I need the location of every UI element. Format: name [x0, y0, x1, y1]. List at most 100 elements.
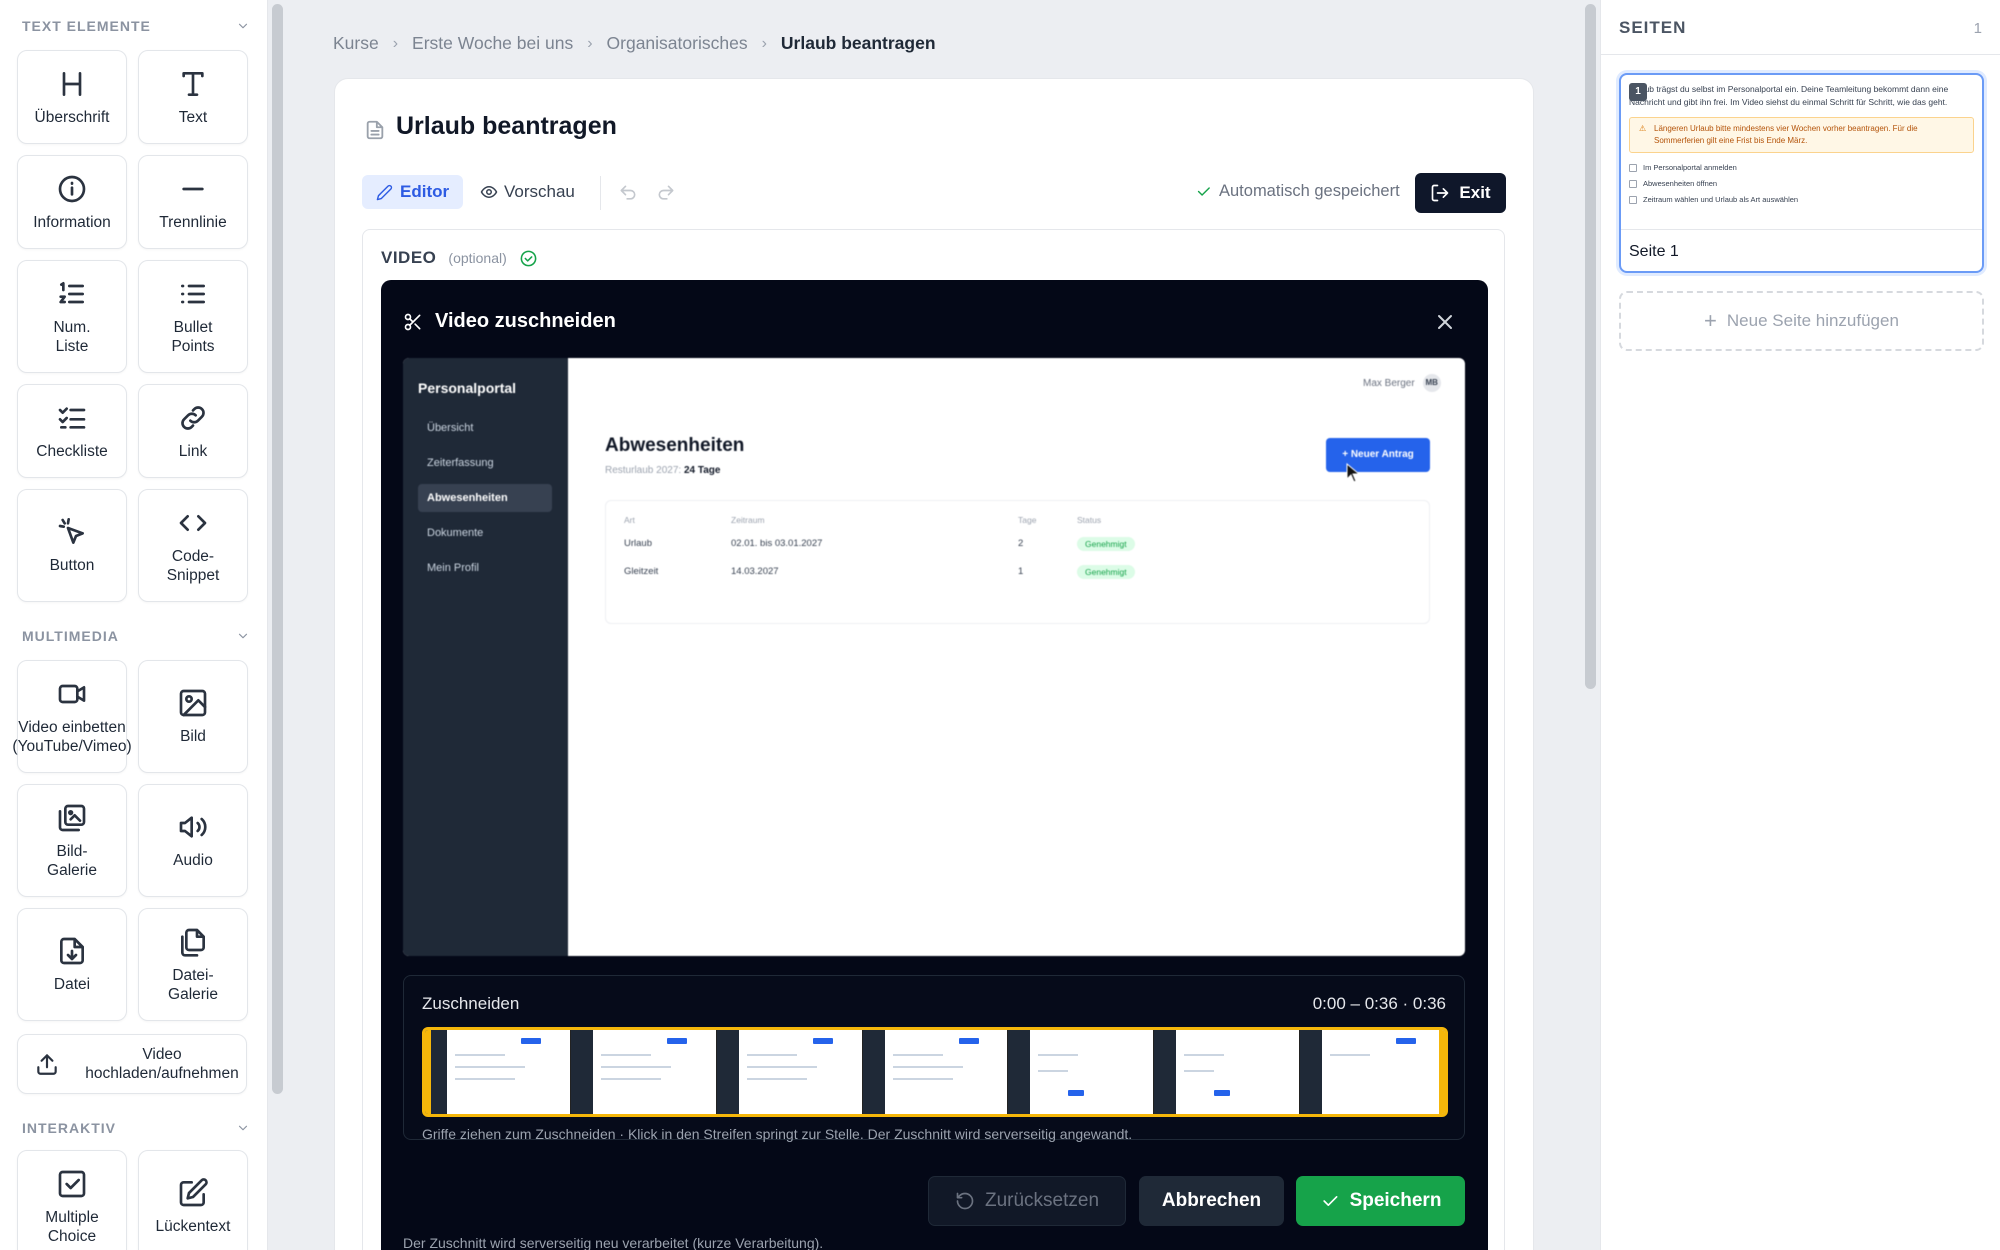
tab-editor[interactable]: Editor [362, 175, 464, 209]
table-cell: Urlaub [624, 538, 652, 549]
filmstrip-frame [425, 1030, 571, 1114]
pages-count: 1 [1973, 20, 1982, 37]
pointer-click-icon [58, 518, 84, 544]
redo-icon[interactable] [656, 183, 676, 203]
tile-checklist[interactable]: Checkliste [17, 384, 127, 478]
cursor-icon [1346, 463, 1361, 483]
thumb-check-item: Zeitraum wählen und Urlaub als Art auswä… [1629, 193, 1974, 206]
tile-video-upload[interactable]: Video hochladen/aufnehmen [17, 1034, 247, 1094]
scissors-icon [404, 313, 421, 330]
section-interactive[interactable]: INTERAKTIV [22, 1120, 250, 1136]
thumb-warning: Längeren Urlaub bitte mindestens vier Wo… [1629, 117, 1974, 153]
status-badge: Genehmigt [1077, 537, 1135, 551]
main-scrollbar[interactable] [1585, 4, 1596, 689]
preview-table: Art Zeitraum Tage Status Urlaub 02.01. b… [605, 500, 1430, 624]
trim-handle-end[interactable] [1439, 1030, 1445, 1114]
video-block-label: VIDEO (optional) [381, 248, 538, 268]
pages-divider [1601, 54, 2000, 55]
table-cell: Gleitzeit [624, 566, 659, 577]
page-thumbnail: Urlaub trägst du selbst im Personalporta… [1621, 75, 1982, 229]
tile-video-embed[interactable]: Video einbetten (YouTube/Vimeo) [12, 660, 132, 773]
filmstrip-frame [716, 1030, 863, 1114]
pencil-icon [376, 184, 393, 200]
tile-code-snippet[interactable]: Code- Snippet [138, 489, 248, 602]
trim-panel: Zuschneiden 0:00 – 0:36 · 0:36 Griffe zi… [403, 975, 1465, 1142]
trim-time-range: 0:00 – 0:36 · 0:36 [1312, 994, 1446, 1013]
reset-button[interactable]: Zurücksetzen [928, 1176, 1126, 1226]
check-icon [1322, 1196, 1338, 1206]
chevron-right-icon: › [392, 34, 399, 52]
tile-button[interactable]: Button [17, 489, 127, 602]
tile-file[interactable]: Datei [17, 908, 127, 1021]
breadcrumb-first-week[interactable]: Erste Woche bei uns [412, 33, 573, 54]
chevron-down-icon [238, 1125, 248, 1131]
chevron-right-icon: › [761, 34, 767, 52]
tab-preview[interactable]: Vorschau [478, 175, 577, 209]
tile-information[interactable]: Information [17, 155, 127, 249]
tile-multiple-choice[interactable]: Multiple Choice [17, 1150, 127, 1250]
heading-icon [62, 71, 82, 96]
edit-icon [179, 1178, 208, 1207]
tile-numbered-list[interactable]: Num. Liste [17, 260, 127, 373]
exit-button[interactable]: Exit [1415, 173, 1506, 213]
chevron-down-icon [238, 633, 248, 639]
tile-link[interactable]: Link [138, 384, 248, 478]
code-icon [179, 514, 207, 531]
tile-file-gallery[interactable]: Datei- Galerie [138, 908, 248, 1021]
table-header: Tage [1018, 515, 1037, 525]
tile-audio[interactable]: Audio [138, 784, 248, 897]
breadcrumb-courses[interactable]: Kurse [333, 33, 379, 54]
tile-text[interactable]: Text [138, 50, 248, 144]
document-icon [366, 120, 384, 140]
filmstrip-frame [1154, 1030, 1301, 1114]
preview-user: Max Berger MB [1363, 374, 1441, 392]
page-thumbnail-card[interactable]: Urlaub trägst du selbst im Personalporta… [1619, 73, 1984, 273]
table-cell: 14.03.2027 [731, 566, 779, 577]
page-title: Urlaub beantragen [396, 112, 617, 140]
thumb-check-item: Abwesenheiten öffnen [1629, 177, 1974, 190]
files-icon [181, 928, 205, 957]
preview-sidebar [403, 358, 568, 956]
palette-scrollbar[interactable] [272, 4, 283, 1094]
add-page-button[interactable]: + Neue Seite hinzufügen [1619, 291, 1984, 351]
filmstrip[interactable] [422, 1027, 1448, 1117]
preview-new-request-button: + Neuer Antrag [1326, 438, 1430, 472]
plus-icon: + [1704, 308, 1717, 333]
cancel-button[interactable]: Abbrechen [1139, 1176, 1284, 1226]
tile-cloze-text[interactable]: Lückentext [138, 1150, 248, 1250]
tile-image-gallery[interactable]: Bild- Galerie [17, 784, 127, 897]
trim-label: Zuschneiden [422, 994, 520, 1013]
preview-nav-item: Dokumente [427, 527, 484, 539]
tile-heading[interactable]: Überschrift [17, 50, 127, 144]
section-text-elements[interactable]: TEXT ELEMENTE [22, 18, 250, 34]
element-palette: TEXT ELEMENTE Überschrift Text Informati… [0, 0, 268, 1250]
tile-image[interactable]: Bild [138, 660, 248, 773]
section-multimedia[interactable]: MULTIMEDIA [22, 628, 250, 644]
avatar: MB [1422, 374, 1441, 392]
filmstrip-frame [1300, 1030, 1445, 1114]
file-download-icon [60, 937, 84, 965]
save-button[interactable]: Speichern [1296, 1176, 1465, 1226]
tile-bullet-points[interactable]: Bullet Points [138, 260, 248, 373]
modal-title: Video zuschneiden [403, 310, 616, 333]
table-header: Art [624, 515, 635, 525]
video-preview[interactable]: Personalportal Übersicht Zeiterfassung A… [403, 358, 1465, 956]
table-cell: 1 [1018, 566, 1024, 577]
image-gallery-icon [58, 804, 86, 831]
undo-icon[interactable] [618, 183, 638, 203]
close-icon[interactable] [1433, 310, 1457, 334]
trim-handle-start[interactable] [425, 1030, 431, 1114]
divider-icon [182, 187, 204, 190]
preview-nav-item: Mein Profil [427, 562, 479, 574]
tile-divider[interactable]: Trennlinie [138, 155, 248, 249]
pages-title: SEITEN [1619, 18, 1687, 37]
preview-nav-item: Abwesenheiten [418, 484, 552, 512]
image-icon [179, 689, 207, 717]
checklist-icon [58, 406, 86, 429]
rotate-ccw-icon [956, 1192, 974, 1210]
bullet-list-icon [181, 284, 205, 303]
autosave-status: Automatisch gespeichert [1195, 182, 1400, 201]
thumb-divider [1621, 229, 1982, 230]
breadcrumb-organizational[interactable]: Organisatorisches [607, 33, 748, 54]
upload-icon [37, 1054, 57, 1075]
